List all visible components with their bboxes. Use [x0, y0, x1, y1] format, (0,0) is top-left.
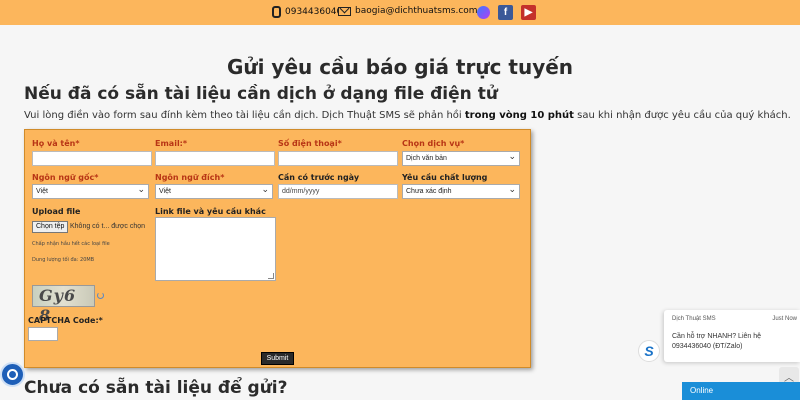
phone-label: Số điện thoại*	[278, 139, 342, 148]
chat-popup[interactable]: Dịch Thuật SMS Just Now Cần hỗ trợ NHANH…	[664, 310, 800, 362]
upload-note-types: Chấp nhận hầu hết các loại file	[32, 241, 110, 247]
service-select[interactable]: Dịch văn bản	[402, 151, 520, 166]
chat-logo-icon[interactable]: S	[638, 340, 660, 362]
link-label: Link file và yêu cầu khác	[155, 207, 266, 216]
email-label: Email:*	[155, 139, 188, 148]
link-textarea[interactable]	[155, 217, 276, 281]
captcha-input[interactable]	[28, 327, 58, 341]
chat-sender: Dịch Thuật SMS	[672, 316, 716, 322]
top-bar: 0934436040 baogia@dichthuatsms.com f ▶	[0, 0, 800, 25]
deadline-label: Cần có trước ngày	[278, 173, 360, 182]
upload-label: Upload file	[32, 207, 81, 216]
email-address[interactable]: baogia@dichthuatsms.com	[355, 6, 478, 16]
upload-note-size: Dung lượng tối đa: 20MB	[32, 257, 95, 263]
deadline-input[interactable]: dd/mm/yyyy	[278, 184, 398, 199]
phone-number[interactable]: 0934436040	[285, 7, 342, 17]
target-language-select[interactable]: Việt	[155, 184, 273, 199]
phone-input[interactable]	[278, 151, 398, 166]
youtube-icon[interactable]: ▶	[521, 5, 536, 20]
quality-label: Yêu cầu chất lượng	[402, 173, 488, 182]
email-input[interactable]	[155, 151, 275, 166]
name-label: Họ và tên*	[32, 139, 80, 148]
target-language-label: Ngôn ngữ đích*	[155, 173, 225, 182]
email-contact[interactable]: baogia@dichthuatsms.com	[338, 6, 478, 16]
refresh-captcha-icon[interactable]	[97, 292, 104, 299]
section-title-2: Chưa có sẵn tài liệu để gửi?	[24, 378, 288, 398]
captcha-label: CAPTCHA Code:*	[28, 316, 103, 325]
quality-select[interactable]: Chưa xác định	[402, 184, 520, 199]
file-status: Không có t... được chọn	[70, 223, 146, 230]
online-chat-bar[interactable]: Online	[682, 382, 800, 400]
facebook-icon[interactable]: f	[498, 5, 513, 20]
chat-message: Cần hỗ trợ NHANH? Liên hệ 0934436040 (ĐT…	[672, 333, 762, 350]
messenger-icon[interactable]	[476, 5, 491, 20]
section-title: Nếu đã có sẵn tài liệu cần dịch ở dạng f…	[24, 84, 498, 104]
quote-form: Họ và tên* Email:* Số điện thoại* Chọn d…	[24, 129, 531, 368]
intro-text: Vui lòng điền vào form sau đính kèm theo…	[24, 110, 791, 121]
source-language-label: Ngôn ngữ gốc*	[32, 173, 99, 182]
page-title: Gửi yêu cầu báo giá trực tuyến	[226, 55, 574, 79]
phone-contact[interactable]: 0934436040	[272, 6, 342, 18]
chat-time: Just Now	[772, 316, 797, 322]
accessibility-icon	[7, 369, 18, 380]
service-label: Chọn dịch vụ*	[402, 139, 465, 148]
choose-file-button[interactable]: Chọn tệp	[32, 221, 69, 233]
accessibility-button[interactable]	[0, 362, 25, 387]
captcha-image: Gy6 8	[32, 285, 95, 325]
name-input[interactable]	[32, 151, 152, 166]
source-language-select[interactable]: Việt	[32, 184, 149, 199]
submit-button[interactable]: Submit	[261, 352, 294, 365]
mail-icon	[338, 6, 351, 16]
phone-icon	[272, 6, 281, 18]
